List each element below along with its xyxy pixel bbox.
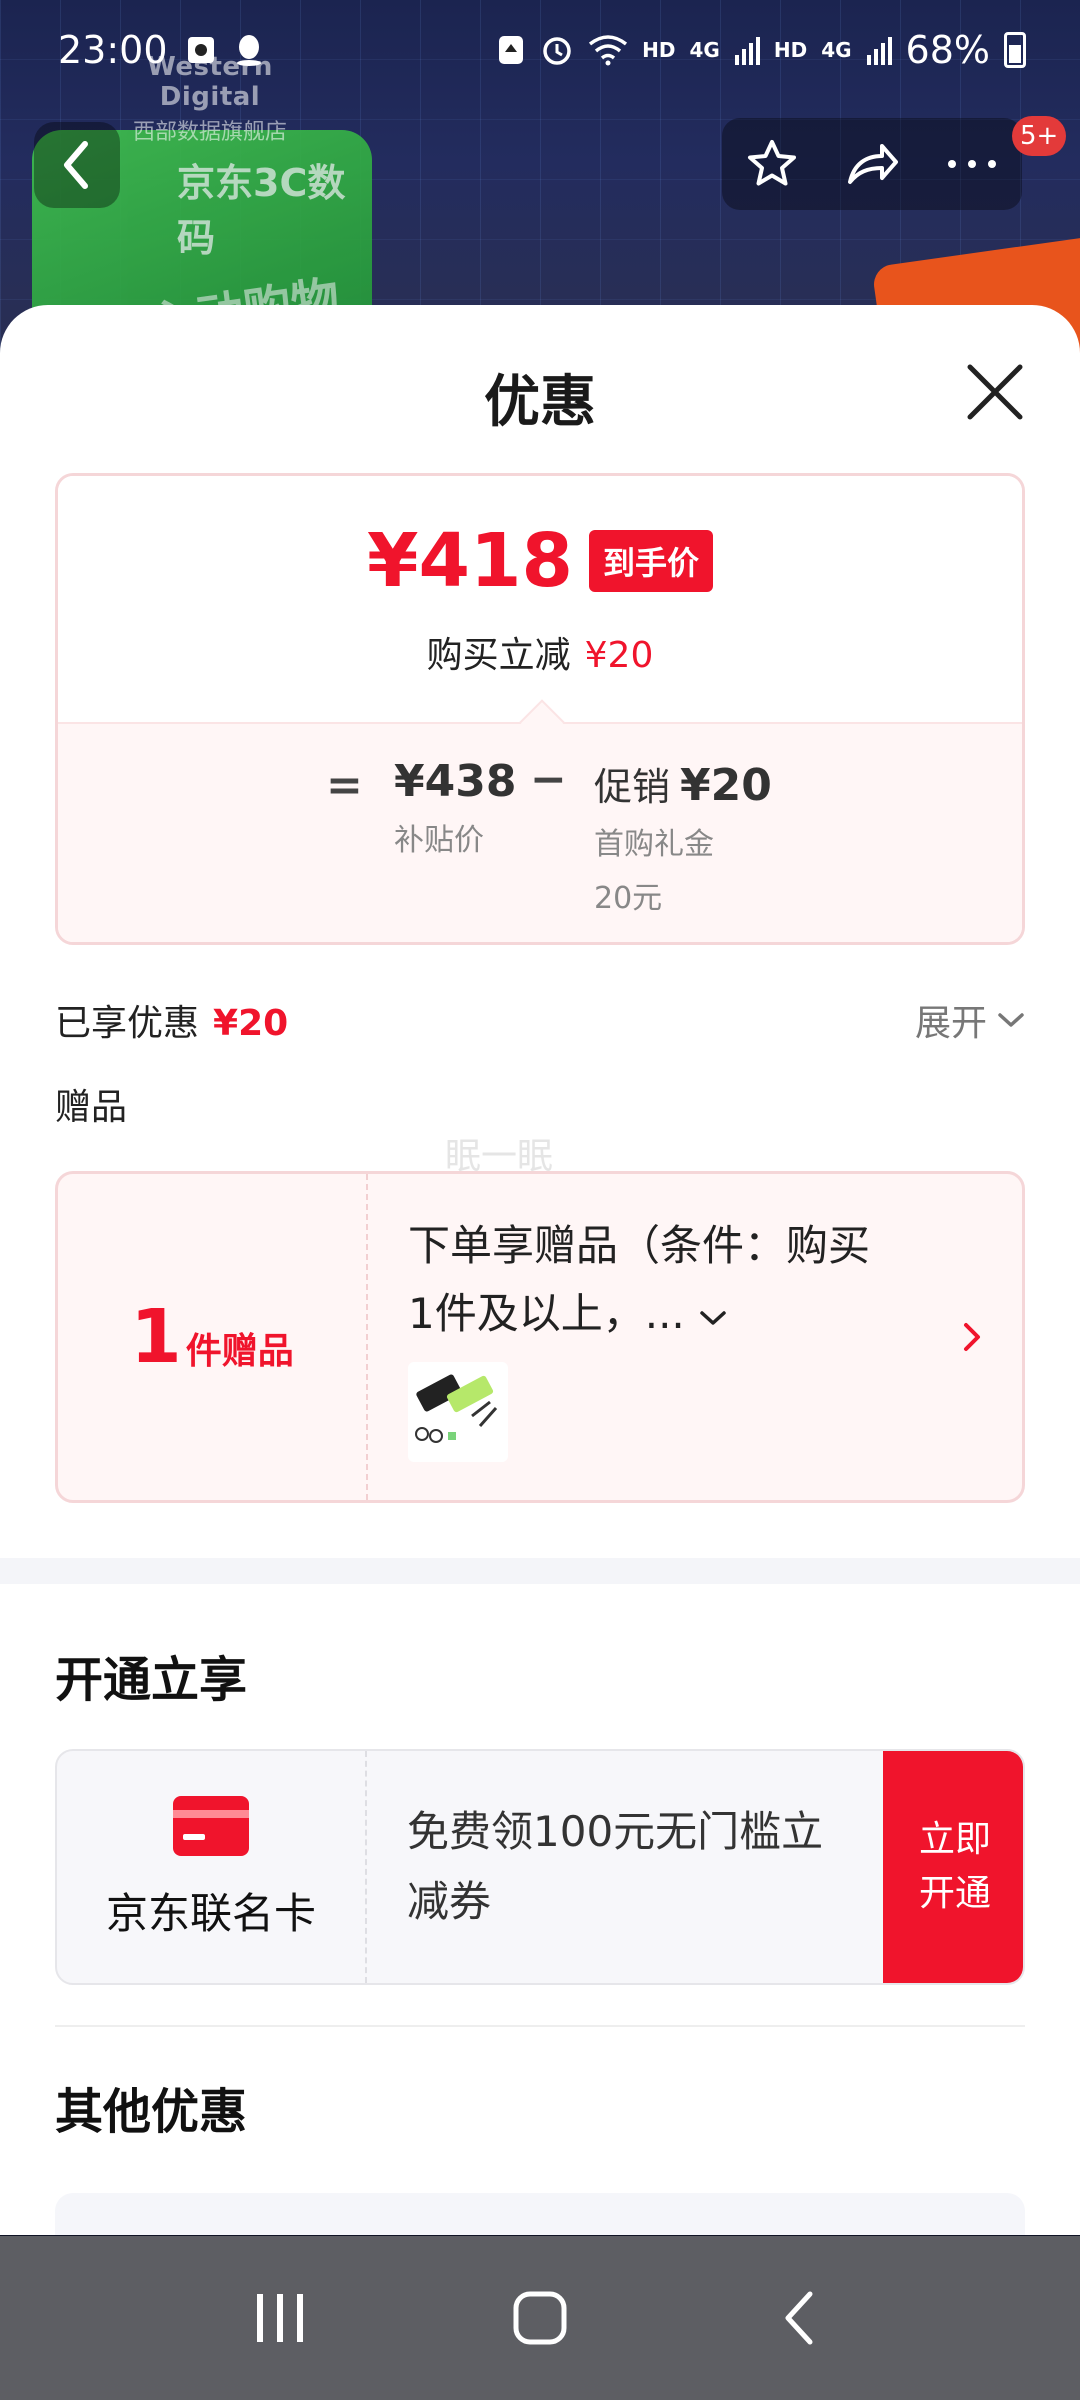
gift-card[interactable]: 1 件赠品 下单享赠品（条件：购买 1件及以上，... — [55, 1171, 1025, 1503]
price-summary: ¥418 到手价 购买立减 ¥20 — [58, 476, 1022, 722]
promo-label: 促销 — [594, 765, 671, 809]
open-now-label: 立即 开通 — [919, 1813, 991, 1921]
enjoyed-discount-row: 已享优惠 ¥20 展开 — [55, 992, 1025, 1048]
signal-icon-1 — [734, 37, 760, 65]
price-card: ¥418 到手价 购买立减 ¥20 = ¥438 补贴价 − 促销 ¥20 首购… — [55, 473, 1025, 945]
qq-icon — [236, 35, 261, 66]
wifi-icon — [589, 35, 628, 66]
gift-count-block: 1 件赠品 — [58, 1174, 368, 1500]
gift-desc-line1: 下单享赠品（条件：购买 — [408, 1221, 871, 1270]
network-label-2: 4G — [821, 38, 852, 62]
status-left: 23:00 — [58, 28, 264, 72]
ssd-enclosure-image — [415, 1374, 498, 1443]
status-right: HD 4G HD 4G 68% — [496, 28, 1026, 72]
chevron-right-icon — [964, 1323, 980, 1351]
gift-thumbnail[interactable] — [408, 1362, 508, 1462]
open-now-line1: 立即 — [918, 1819, 991, 1860]
discount-sheet: 优惠 ¥418 到手价 购买立减 ¥20 = ¥438 补贴价 − 促销 ¥20… — [0, 305, 1080, 2235]
cobrand-card-name: 京东联名卡 — [105, 1888, 316, 1938]
final-price-tag: 到手价 — [588, 530, 713, 592]
base-price: ¥438 — [394, 756, 517, 807]
home-icon — [513, 2291, 567, 2345]
other-section-title: 其他优惠 — [55, 2084, 248, 2140]
signal-icon-2 — [866, 37, 892, 65]
status-bar: 23:00 HD 4G HD 4G 68% — [0, 0, 1080, 100]
more-button[interactable] — [932, 124, 1012, 204]
promo-block: 促销 ¥20 首购礼金 20元 — [594, 756, 772, 917]
network-label-1: 4G — [689, 38, 720, 62]
minus-sign: − — [530, 754, 567, 805]
promo-value: ¥20 — [680, 760, 772, 811]
open-section-title: 开通立享 — [55, 1652, 248, 1708]
chevron-left-icon — [64, 141, 88, 189]
equals-sign: = — [326, 760, 363, 811]
back-nav-button[interactable] — [740, 2268, 860, 2368]
expand-button[interactable]: 展开 — [915, 994, 1025, 1046]
battery-percent: 68% — [905, 28, 990, 72]
base-price-block: ¥438 补贴价 — [394, 756, 516, 859]
star-icon — [748, 140, 796, 186]
cobrand-card-offer: 京东联名卡 免费领100元无门槛立 减券 立即 开通 — [55, 1749, 1025, 1985]
open-now-button[interactable]: 立即 开通 — [883, 1751, 1023, 1983]
recycle-icon — [499, 36, 524, 64]
chevron-down-icon — [998, 1013, 1024, 1027]
message-badge: 5+ — [1012, 116, 1067, 156]
divider — [55, 2025, 1025, 2027]
price-calculation: = ¥438 补贴价 − 促销 ¥20 首购礼金 20元 — [58, 722, 1022, 942]
gift-desc-line2: 1件及以上，... — [408, 1289, 685, 1338]
promo-row: 促销 ¥20 — [594, 756, 772, 811]
promo-desc-value: 20元 — [594, 881, 663, 916]
final-price: ¥418 — [367, 518, 573, 604]
close-button[interactable] — [960, 357, 1030, 427]
promo-desc: 首购礼金 — [594, 827, 714, 862]
more-dots-icon — [948, 160, 996, 168]
system-nav-bar — [0, 2236, 1080, 2400]
share-button[interactable] — [832, 124, 912, 204]
other-offers-list — [55, 2193, 1025, 2235]
gift-description: 下单享赠品（条件：购买 1件及以上，... — [408, 1212, 928, 1348]
chevron-down-icon[interactable] — [698, 1308, 728, 1328]
enjoyed-label: 已享优惠 — [55, 1003, 200, 1044]
enjoyed-discount: 已享优惠 ¥20 — [55, 994, 288, 1046]
alarm-icon — [543, 37, 571, 65]
reduce-row: 购买立减 ¥20 — [58, 626, 1022, 678]
base-price-label: 补贴价 — [394, 823, 484, 858]
banner-title: 京东3C数码 — [177, 161, 346, 260]
reduce-label: 购买立减 — [426, 635, 571, 676]
final-price-row: ¥418 到手价 — [58, 524, 1022, 598]
cobrand-card-desc: 免费领100元无门槛立 减券 — [407, 1797, 847, 1937]
reduce-value: ¥20 — [584, 635, 654, 676]
recent-apps-icon — [257, 2294, 303, 2342]
screen: 京东3C数码 心动购物季 Western Digital 西部数据旗舰店 — [0, 0, 1080, 2400]
cobrand-desc-line1: 免费领100元无门槛立 — [407, 1807, 824, 1856]
gift-count: 1 — [130, 1294, 182, 1380]
gift-detail-arrow[interactable] — [960, 1319, 984, 1359]
cobrand-desc-line2: 减券 — [407, 1877, 492, 1926]
home-button[interactable] — [480, 2268, 600, 2368]
gift-count-unit: 件赠品 — [185, 1331, 294, 1372]
recent-apps-button[interactable] — [220, 2268, 340, 2368]
credit-card-icon — [173, 1795, 249, 1856]
chevron-left-icon — [785, 2291, 813, 2345]
hd-label-1: HD — [642, 38, 676, 62]
enjoyed-value: ¥20 — [213, 1003, 289, 1044]
store-name: 西部数据旗舰店 — [132, 120, 287, 145]
favorite-button[interactable] — [732, 124, 812, 204]
top-actions — [722, 118, 1022, 210]
open-now-line2: 开通 — [918, 1873, 991, 1914]
back-button[interactable] — [34, 122, 120, 208]
expand-label: 展开 — [914, 1003, 987, 1044]
gift-desc-line2-row: 1件及以上，... — [408, 1280, 928, 1348]
battery-icon — [1004, 32, 1026, 68]
share-icon — [848, 144, 898, 184]
gift-section-label: 赠品 — [55, 1087, 128, 1128]
notification-app-icon — [187, 37, 214, 63]
sheet-title: 优惠 — [484, 370, 596, 435]
clock: 23:00 — [58, 28, 168, 72]
section-divider — [0, 1558, 1080, 1584]
close-icon — [967, 364, 1023, 420]
hd-label-2: HD — [773, 38, 808, 62]
cobrand-card-block: 京东联名卡 — [57, 1751, 367, 1983]
